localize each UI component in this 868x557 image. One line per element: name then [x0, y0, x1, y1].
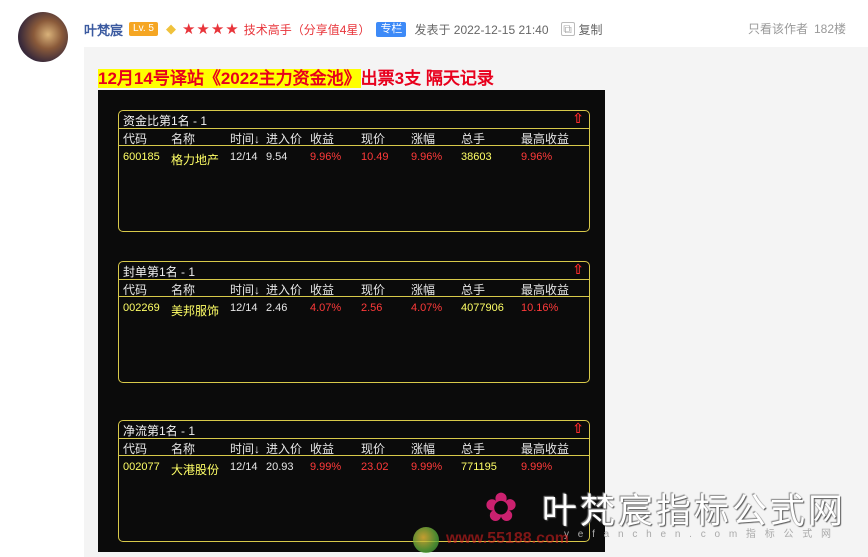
panel-title: 净流第1名 - 1	[123, 424, 196, 438]
panel-seal-order: 封单第1名 - 1 ⇧ 代码 名称 时间↓ 进入价 收益 现价 涨幅 总手 最高…	[118, 261, 590, 383]
header-code: 代码	[123, 442, 148, 456]
cell-name[interactable]: 大港股份	[171, 461, 219, 478]
cell-price: 23.02	[361, 461, 389, 473]
header-gain: 收益	[310, 442, 335, 456]
panel-title: 封单第1名 - 1	[123, 265, 196, 279]
cell-time: 12/14	[230, 461, 258, 473]
header-time: 时间↓	[230, 132, 261, 146]
up-arrow-icon[interactable]: ⇧	[572, 420, 584, 437]
header-max-gain: 最高收益	[521, 283, 570, 297]
header-change: 涨幅	[411, 283, 436, 297]
header-entry: 进入价	[266, 283, 303, 297]
diamond-icon: ◆	[165, 21, 176, 36]
header-price: 现价	[361, 283, 386, 297]
cell-gain: 4.07%	[310, 302, 342, 314]
post-title: 12月14号译站《2022主力资金池》出票3支 隔天记录	[98, 64, 494, 89]
level-badge: Lv. 5	[129, 22, 158, 36]
header-volume: 总手	[461, 442, 486, 456]
up-arrow-icon[interactable]: ⇧	[572, 261, 584, 278]
cell-code[interactable]: 002269	[123, 302, 160, 314]
cell-name[interactable]: 格力地产	[171, 151, 219, 168]
column-badge[interactable]: 专栏	[376, 21, 407, 37]
cell-change: 9.96%	[411, 151, 443, 163]
rank-text: 技术高手（分享值4星）	[243, 22, 371, 37]
avatar[interactable]	[18, 12, 68, 62]
header-change: 涨幅	[411, 442, 436, 456]
header-name: 名称	[171, 442, 196, 456]
cell-change: 9.99%	[411, 461, 443, 473]
cell-time: 12/14	[230, 151, 258, 163]
cell-gain: 9.96%	[310, 151, 342, 163]
up-arrow-icon[interactable]: ⇧	[572, 110, 584, 127]
header-code: 代码	[123, 132, 148, 146]
cell-volume: 4077906	[461, 302, 504, 314]
header-max-gain: 最高收益	[521, 442, 570, 456]
only-author-link[interactable]: 只看该作者	[748, 20, 808, 37]
cell-entry: 20.93	[266, 461, 294, 473]
header-name: 名称	[171, 283, 196, 297]
watermark-secondary: www.55188.com	[446, 530, 570, 547]
post-header: 叶梵宸 Lv. 5 ◆ ★★★★ 技术高手（分享值4星） 专栏 发表于 2022…	[84, 20, 603, 38]
header-gain: 收益	[310, 132, 335, 146]
username-link[interactable]: 叶梵宸	[84, 20, 123, 39]
lotus-logo-icon: ✿	[484, 486, 518, 530]
header-entry: 进入价	[266, 132, 303, 146]
copy-icon[interactable]: ⧉	[560, 22, 575, 36]
globe-logo-icon	[413, 527, 439, 553]
post-date: 发表于 2022-12-15 21:40	[414, 22, 549, 37]
title-highlight: 12月14号译站《2022主力资金池》	[98, 69, 361, 88]
header-name: 名称	[171, 132, 196, 146]
cell-name[interactable]: 美邦服饰	[171, 302, 219, 319]
cell-volume: 38603	[461, 151, 492, 163]
cell-volume: 771195	[461, 461, 497, 473]
cell-entry: 2.46	[266, 302, 288, 314]
cell-price: 10.49	[361, 151, 389, 163]
panel-title: 资金比第1名 - 1	[123, 114, 208, 128]
cell-max-gain: 10.16%	[521, 302, 559, 314]
cell-price: 2.56	[361, 302, 383, 314]
header-volume: 总手	[461, 283, 486, 297]
header-code: 代码	[123, 283, 148, 297]
header-change: 涨幅	[411, 132, 436, 146]
watermark-sub: y e f a n c h e n . c o m 指 标 公 式 网	[564, 529, 835, 540]
cell-time: 12/14	[230, 302, 258, 314]
header-entry: 进入价	[266, 442, 303, 456]
header-time: 时间↓	[230, 283, 261, 297]
header-max-gain: 最高收益	[521, 132, 570, 146]
header-price: 现价	[361, 442, 386, 456]
cell-code[interactable]: 600185	[123, 151, 160, 163]
panel-fund-ratio: 资金比第1名 - 1 ⇧ 代码 名称 时间↓ 进入价 收益 现价 涨幅 总手 最…	[118, 110, 590, 232]
header-time: 时间↓	[230, 442, 261, 456]
header-gain: 收益	[310, 283, 335, 297]
header-price: 现价	[361, 132, 386, 146]
title-rest: 出票3支 隔天记录	[360, 69, 494, 88]
cell-max-gain: 9.96%	[521, 151, 553, 163]
cell-max-gain: 9.99%	[521, 461, 553, 473]
floor-number: 182楼	[814, 22, 847, 36]
cell-entry: 9.54	[266, 151, 288, 163]
cell-code[interactable]: 002077	[123, 461, 160, 473]
cell-gain: 9.99%	[310, 461, 342, 473]
header-volume: 总手	[461, 132, 486, 146]
cell-change: 4.07%	[411, 302, 443, 314]
copy-link[interactable]: 复制	[579, 21, 603, 38]
rating-stars: ★★★★	[181, 21, 240, 38]
